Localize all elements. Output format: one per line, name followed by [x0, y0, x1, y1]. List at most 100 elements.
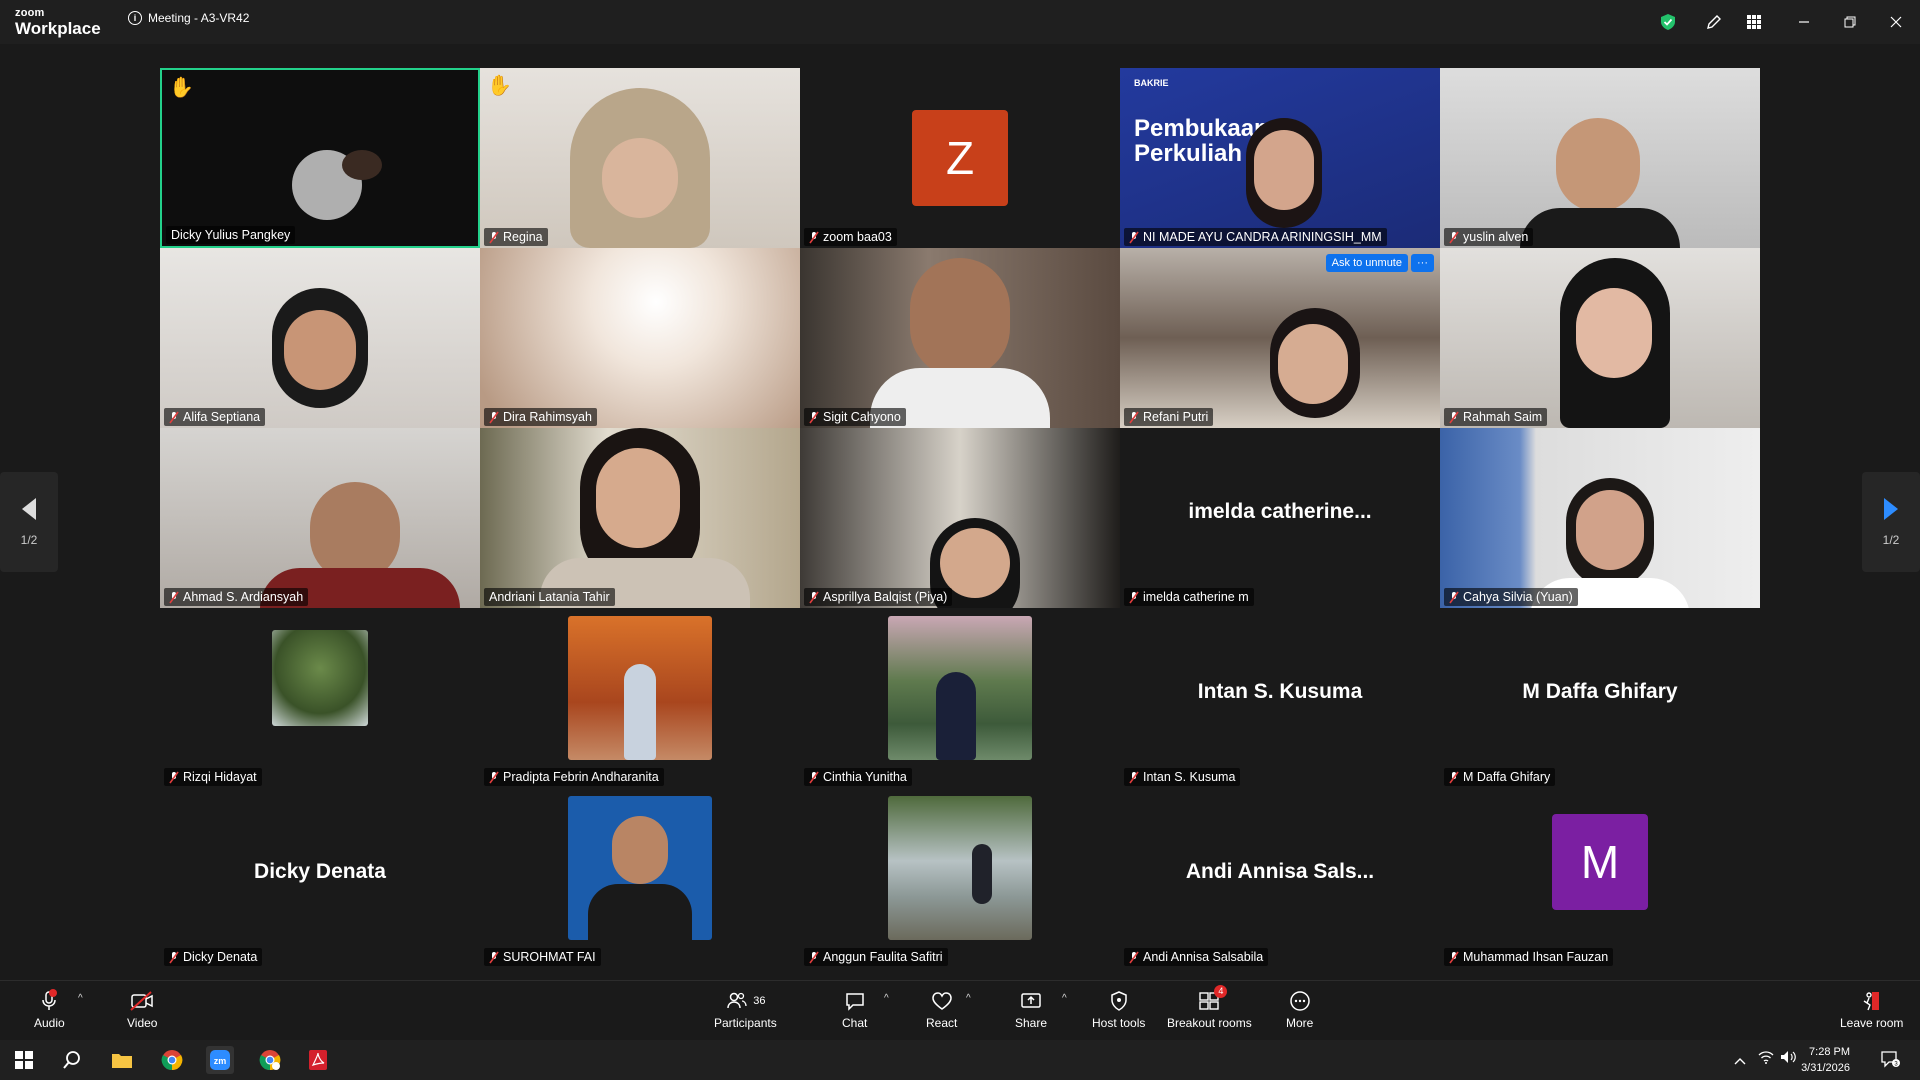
- participant-display-name: Dicky Denata: [254, 860, 386, 883]
- participant-tile[interactable]: Z zoom baa03: [800, 68, 1120, 248]
- participant-tile[interactable]: Ahmad S. Ardiansyah: [160, 428, 480, 608]
- system-clock[interactable]: 7:28 PM 3/31/2026: [1801, 1044, 1850, 1076]
- participant-tile[interactable]: imelda catherine... imelda catherine m: [1120, 428, 1440, 608]
- participant-tile[interactable]: yuslin alven: [1440, 68, 1760, 248]
- file-explorer-icon[interactable]: [108, 1046, 136, 1074]
- participant-tile[interactable]: ✋ Dicky Yulius Pangkey: [160, 68, 480, 248]
- participants-count: 36: [753, 995, 766, 1007]
- mic-muted-icon: [169, 951, 179, 963]
- participant-name-tag: Asprillya Balqist (Piya): [804, 588, 953, 606]
- next-page-button[interactable]: 1/2: [1862, 472, 1920, 572]
- participant-tile[interactable]: M Muhammad Ihsan Fauzan: [1440, 788, 1760, 968]
- chat-options-caret-icon[interactable]: ^: [884, 993, 889, 1004]
- tray-chevron-up-icon[interactable]: [1734, 1052, 1746, 1070]
- more-options-button[interactable]: ···: [1411, 254, 1434, 272]
- chrome-icon[interactable]: [158, 1046, 186, 1074]
- audio-button[interactable]: Audio: [34, 989, 65, 1030]
- participants-button[interactable]: 36 Participants: [714, 989, 777, 1030]
- breakout-rooms-button[interactable]: 4 Breakout rooms: [1167, 985, 1252, 1030]
- mic-muted-icon: [489, 411, 499, 423]
- avatar: Z: [912, 110, 1008, 206]
- participant-tile[interactable]: Asprillya Balqist (Piya): [800, 428, 1120, 608]
- participant-tile[interactable]: ✋ Regina: [480, 68, 800, 248]
- participant-name-tag: Anggun Faulita Safitri: [804, 948, 948, 966]
- react-options-caret-icon[interactable]: ^: [966, 993, 971, 1004]
- participant-tile[interactable]: Cinthia Yunitha: [800, 608, 1120, 788]
- participant-name-tag: Alifa Septiana: [164, 408, 266, 426]
- mic-muted-icon: [1129, 231, 1139, 243]
- participant-tile[interactable]: Rahmah Saim: [1440, 248, 1760, 428]
- react-button[interactable]: React: [926, 989, 957, 1030]
- video-button[interactable]: Video: [127, 989, 157, 1030]
- avatar: M: [1552, 814, 1648, 910]
- clock-date: 3/31/2026: [1801, 1062, 1850, 1074]
- participant-tile[interactable]: Dicky Denata Dicky Denata: [160, 788, 480, 968]
- zoom-icon[interactable]: zm: [206, 1046, 234, 1074]
- participant-tile[interactable]: Cahya Silvia (Yuan): [1440, 428, 1760, 608]
- mic-muted-icon: [489, 231, 499, 243]
- leave-icon: [1863, 992, 1879, 1011]
- participant-name-tag: Sigit Cahyono: [804, 408, 906, 426]
- participant-tile[interactable]: Andriani Latania Tahir: [480, 428, 800, 608]
- heart-icon: [931, 992, 952, 1010]
- participant-tile[interactable]: Pradipta Febrin Andharanita: [480, 608, 800, 788]
- meeting-info-button[interactable]: i Meeting - A3-VR42: [128, 11, 249, 25]
- chat-button[interactable]: Chat: [842, 989, 867, 1030]
- mic-muted-icon: [1129, 771, 1139, 783]
- profile-photo: [272, 630, 368, 726]
- raised-hand-icon: ✋: [169, 77, 194, 99]
- zoom-workplace-logo: zoom Workplace: [15, 8, 101, 38]
- shield-icon: [1110, 991, 1127, 1011]
- apps-grid-icon[interactable]: [1742, 10, 1766, 34]
- host-tools-button[interactable]: Host tools: [1092, 989, 1145, 1030]
- participant-name-tag: Regina: [484, 228, 548, 246]
- shield-check-icon[interactable]: [1656, 10, 1680, 34]
- more-button[interactable]: More: [1286, 989, 1313, 1030]
- participants-icon: [727, 992, 747, 1009]
- share-options-caret-icon[interactable]: ^: [1062, 993, 1067, 1004]
- participant-tile[interactable]: Dira Rahimsyah: [480, 248, 800, 428]
- participant-tile[interactable]: BAKRIE Pembukaan Perkuliah NI MADE AYU C…: [1120, 68, 1440, 248]
- notifications-icon[interactable]: 3: [1880, 1050, 1900, 1073]
- participant-tile[interactable]: Intan S. Kusuma Intan S. Kusuma: [1120, 608, 1440, 788]
- search-icon[interactable]: [58, 1046, 86, 1074]
- chevron-left-icon: [22, 498, 36, 520]
- svg-text:zm: zm: [214, 1056, 227, 1066]
- participant-tile[interactable]: Rizqi Hidayat: [160, 608, 480, 788]
- breakout-badge: 4: [1214, 985, 1228, 998]
- participant-name-tag: Refani Putri: [1124, 408, 1214, 426]
- speaker-icon[interactable]: [1780, 1050, 1796, 1069]
- previous-page-button[interactable]: 1/2: [0, 472, 58, 572]
- participant-name-tag: Ahmad S. Ardiansyah: [164, 588, 309, 606]
- mic-muted-icon: [1129, 951, 1139, 963]
- mic-muted-icon: [809, 771, 819, 783]
- mic-muted-icon: [169, 411, 179, 423]
- participant-name-tag: Andi Annisa Salsabila: [1124, 948, 1269, 966]
- participant-tile[interactable]: SUROHMAT FAI: [480, 788, 800, 968]
- chrome-profile-icon[interactable]: [256, 1046, 284, 1074]
- wifi-icon[interactable]: [1758, 1050, 1774, 1069]
- acrobat-icon[interactable]: [304, 1046, 332, 1074]
- participant-name-tag: Intan S. Kusuma: [1124, 768, 1241, 786]
- pencil-icon[interactable]: [1702, 10, 1726, 34]
- participant-tile[interactable]: Anggun Faulita Safitri: [800, 788, 1120, 968]
- participant-tile[interactable]: Alifa Septiana: [160, 248, 480, 428]
- minimize-icon[interactable]: [1792, 10, 1816, 34]
- participant-name-tag: Muhammad Ihsan Fauzan: [1444, 948, 1614, 966]
- close-icon[interactable]: [1884, 10, 1908, 34]
- participant-tile[interactable]: Sigit Cahyono: [800, 248, 1120, 428]
- leave-room-button[interactable]: Leave room: [1840, 989, 1903, 1030]
- share-button[interactable]: Share: [1015, 989, 1047, 1030]
- participant-name-tag: Pradipta Febrin Andharanita: [484, 768, 664, 786]
- participant-tile[interactable]: Andi Annisa Sals... Andi Annisa Salsabil…: [1120, 788, 1440, 968]
- participant-name-tag: Dicky Denata: [164, 948, 263, 966]
- ask-to-unmute-button[interactable]: Ask to unmute: [1325, 254, 1408, 272]
- participant-name-tag: Rahmah Saim: [1444, 408, 1548, 426]
- participant-tile[interactable]: Ask to unmute ··· Refani Putri: [1120, 248, 1440, 428]
- windows-start-icon[interactable]: [10, 1046, 38, 1074]
- participant-tile[interactable]: M Daffa Ghifary M Daffa Ghifary: [1440, 608, 1760, 788]
- audio-options-caret-icon[interactable]: ^: [78, 993, 83, 1004]
- restore-icon[interactable]: [1838, 10, 1862, 34]
- participant-name-tag: NI MADE AYU CANDRA ARININGSIH_MM: [1124, 228, 1387, 246]
- mic-muted-icon: [169, 591, 179, 603]
